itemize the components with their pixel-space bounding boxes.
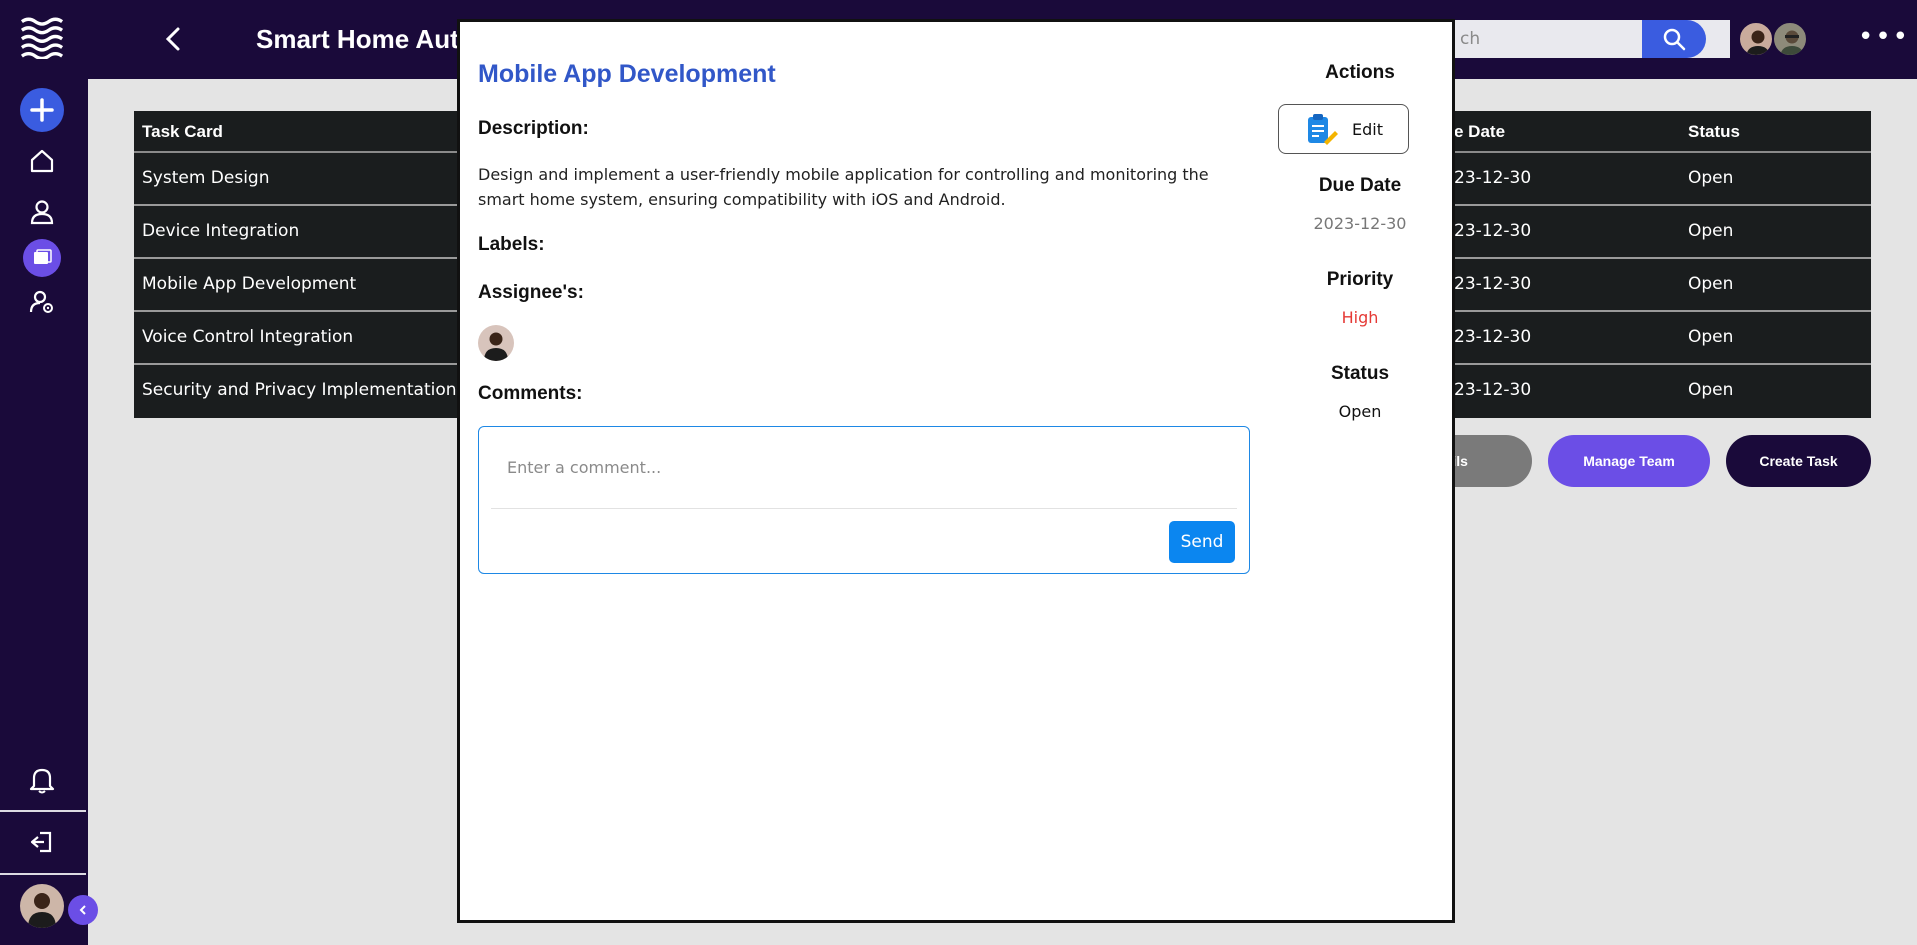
assignee-avatar[interactable] [478,325,514,361]
search-icon [1663,28,1686,51]
due-date: 23-12-30 [1454,221,1532,241]
comment-box: Send [478,426,1250,574]
due-date-value: 2023-12-30 [1313,214,1407,233]
modal-title: Mobile App Development [478,60,776,88]
profile-avatar[interactable] [20,884,64,928]
comments-label: Comments: [478,383,583,404]
user-settings-icon[interactable] [20,280,64,324]
more-options-icon[interactable]: ••• [1858,22,1910,52]
sidebar [0,0,98,945]
team-member-avatar[interactable] [1738,21,1774,57]
description-text: Design and implement a user-friendly mob… [478,165,1209,209]
projects-icon[interactable] [20,236,64,280]
manage-team-button[interactable]: Manage Team [1548,435,1710,487]
priority-label: Priority [1326,269,1394,290]
add-icon[interactable] [20,88,64,132]
task-status: Open [1688,380,1734,400]
task-name: Voice Control Integration [142,327,354,347]
sidebar-divider [0,873,86,875]
task-status: Open [1688,221,1734,241]
team-member-avatar[interactable] [1772,21,1808,57]
description-label: Description: [478,118,589,139]
due-date-label: Due Date [1318,175,1402,196]
status-label: Status [1330,363,1390,384]
task-status: Open [1688,327,1734,347]
user-icon[interactable] [20,190,64,234]
labels-label: Labels: [478,234,545,255]
task-name: Mobile App Development [142,274,357,294]
status-value: Open [1338,402,1382,421]
actions-label: Actions [1325,62,1395,83]
logo-waves-icon[interactable] [20,14,64,59]
home-icon[interactable] [20,139,64,183]
column-header: Status [1688,122,1740,141]
task-name: Device Integration [142,221,300,241]
priority-value: High [1341,308,1379,327]
due-date: 23-12-30 [1454,380,1532,400]
search-button[interactable] [1642,20,1706,58]
column-header: Task Card [142,122,223,141]
logout-icon[interactable] [20,820,64,864]
due-date: 23-12-30 [1454,327,1532,347]
edit-clipboard-icon [1308,114,1338,145]
assignees-label: Assignee's: [478,282,584,303]
app-title: Smart Home Aut [256,24,459,54]
task-name: System Design [142,168,270,188]
comment-input[interactable] [491,437,1237,491]
create-task-button[interactable]: Create Task [1726,435,1871,487]
back-chevron-icon[interactable] [158,22,188,56]
sidebar-divider [0,810,86,812]
send-button[interactable]: Send [1169,521,1235,563]
comment-divider [491,508,1237,509]
edit-button[interactable]: Edit [1278,104,1409,154]
task-name: Security and Privacy Implementation [142,380,457,400]
task-status: Open [1688,168,1734,188]
edit-label: Edit [1352,119,1383,139]
due-date: 23-12-30 [1454,168,1532,188]
sidebar-collapse-button[interactable] [68,895,98,925]
task-status: Open [1688,274,1734,294]
notification-bell-icon[interactable] [20,758,64,802]
task-detail-modal: Mobile App Development Description: Desi… [457,19,1455,923]
due-date: 23-12-30 [1454,274,1532,294]
column-header: e Date [1454,122,1506,141]
